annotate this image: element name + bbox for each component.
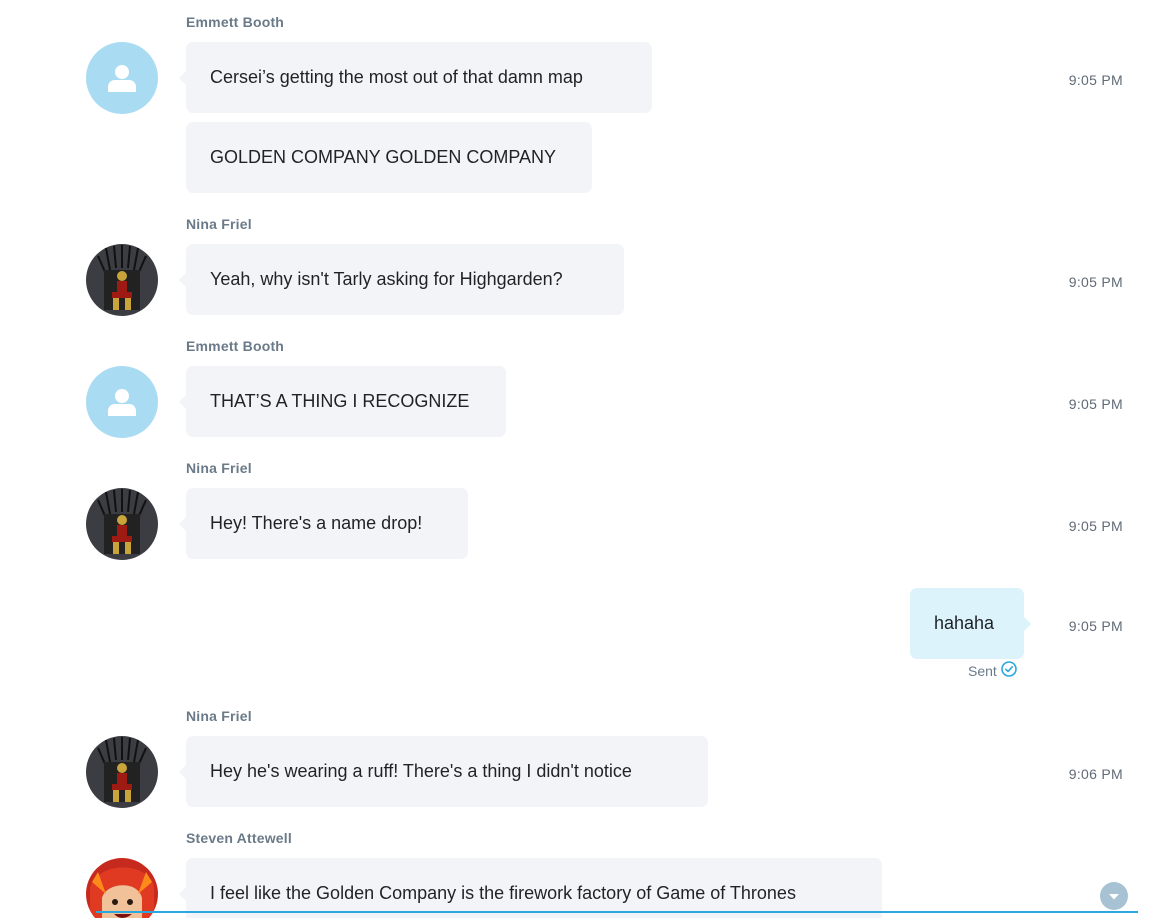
message-bubble[interactable]: Hey he's wearing a ruff! There's a thing… [179,736,708,807]
message-timestamp: 9:05 PM [1068,518,1123,534]
message-bubble[interactable]: Hey! There's a name drop! [179,488,468,559]
own-message-bubble[interactable]: hahaha [910,588,1031,659]
composer-divider [96,911,1138,913]
iron-man-throne-avatar [97,245,147,310]
message-timestamp: 9:06 PM [1068,766,1123,782]
avatar[interactable] [86,858,158,918]
delivery-status-label: Sent [968,663,997,679]
avatar[interactable] [86,736,158,808]
chat-transcript: Emmett Booth Cersei’s getting the most o… [0,0,1150,918]
sender-name: Nina Friel [186,460,252,476]
default-user-icon [108,65,136,92]
sender-name: Nina Friel [186,708,252,724]
message-bubble[interactable]: Cersei’s getting the most out of that da… [179,42,652,113]
sender-name: Steven Attewell [186,830,292,846]
check-circle-icon [1001,660,1017,682]
cartoon-character-avatar [90,867,154,918]
avatar[interactable] [86,42,158,114]
message-bubble[interactable]: GOLDEN COMPANY GOLDEN COMPANY [186,122,592,193]
message-timestamp: 9:05 PM [1068,274,1123,290]
sender-name: Emmett Booth [186,14,285,30]
default-user-icon [108,389,136,416]
delivery-status: Sent [968,660,1017,682]
message-bubble[interactable]: I feel like the Golden Company is the fi… [179,858,882,918]
message-timestamp: 9:05 PM [1068,396,1123,412]
message-bubble[interactable]: Yeah, why isn't Tarly asking for Highgar… [179,244,624,315]
sender-name: Emmett Booth [186,338,285,354]
avatar[interactable] [86,244,158,316]
message-timestamp: 9:05 PM [1068,618,1123,634]
avatar[interactable] [86,488,158,560]
avatar[interactable] [86,366,158,438]
sender-name: Nina Friel [186,216,252,232]
iron-man-throne-avatar [97,489,147,554]
message-bubble[interactable]: THAT’S A THING I RECOGNIZE [179,366,506,437]
chevron-down-icon [1109,894,1119,900]
message-timestamp: 9:05 PM [1068,72,1123,88]
scroll-to-bottom-button[interactable] [1100,882,1128,910]
iron-man-throne-avatar [97,737,147,802]
